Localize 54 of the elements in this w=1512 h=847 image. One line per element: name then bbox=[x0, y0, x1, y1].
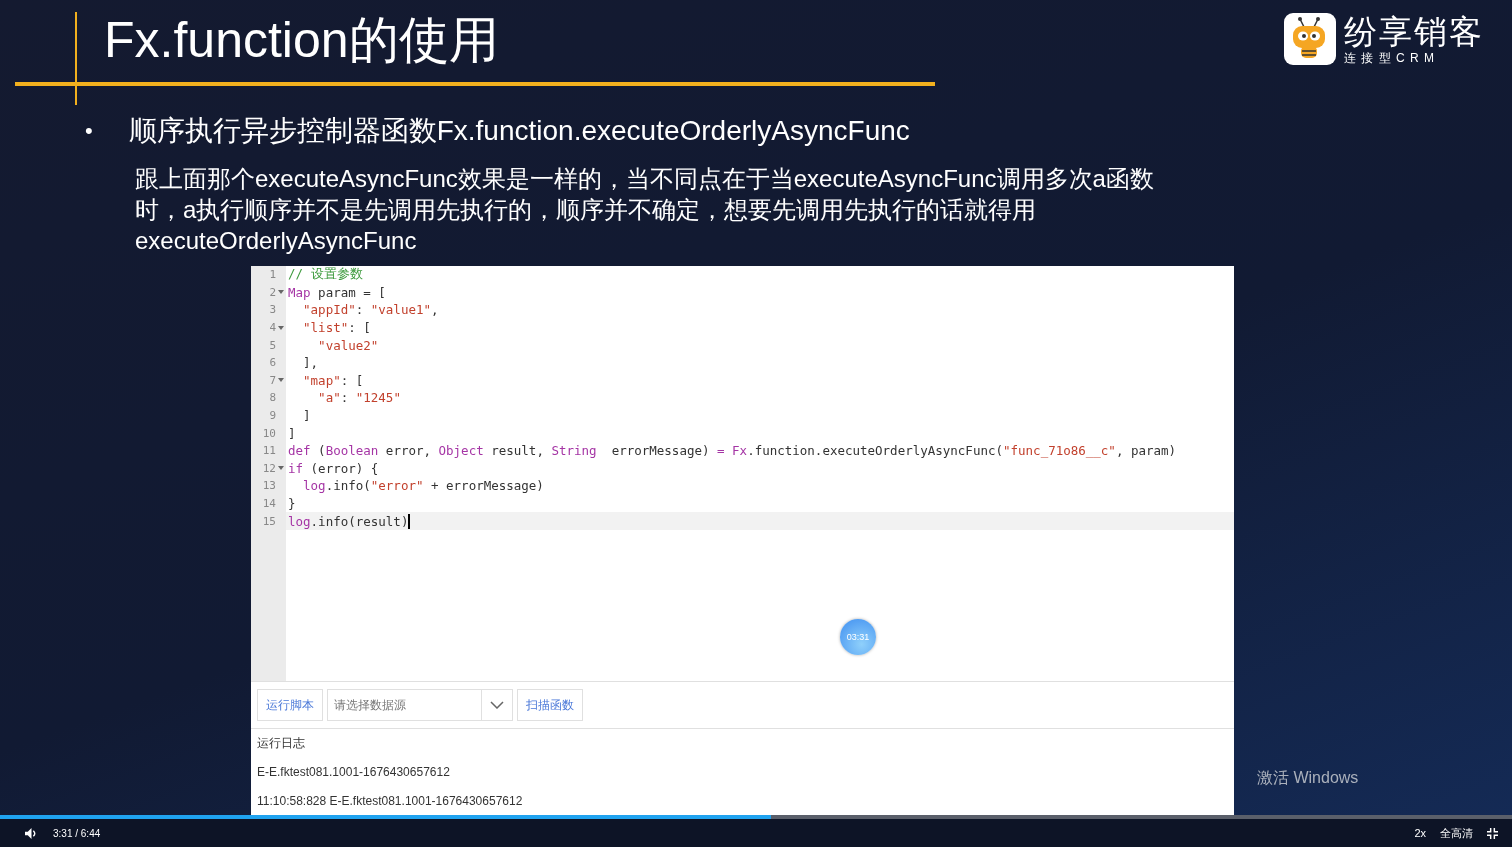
line-number: 11 bbox=[262, 444, 276, 458]
line-number: 9 bbox=[269, 409, 276, 423]
line-number: 1 bbox=[269, 268, 276, 282]
speed-button[interactable]: 2x bbox=[1414, 827, 1426, 839]
fold-caret-icon[interactable] bbox=[278, 466, 284, 471]
code-line: "a": "1245" bbox=[317, 389, 402, 407]
fold-caret-icon[interactable] bbox=[278, 290, 284, 295]
fullscreen-icon[interactable] bbox=[1487, 827, 1498, 839]
log-entry: 11:10:58:828 E-E.fktest081.1001-1676430657612 bbox=[257, 793, 524, 809]
brand-tagline: 连 接 型 C R M bbox=[1344, 51, 1436, 65]
bee-logo-icon bbox=[1284, 13, 1336, 65]
log-entry: E-E.fktest081.1001-1676430657612 bbox=[257, 764, 451, 780]
playback-time: 3:31 / 6:44 bbox=[53, 827, 101, 839]
fold-caret-icon[interactable] bbox=[278, 378, 284, 383]
code-line: def (Boolean error, Object result, String errorMessage) = Fx.function.executeOrderlyAsyncFunc("func_71o86__c", param) bbox=[287, 442, 1178, 460]
datasource-field[interactable]: 请选择数据源 bbox=[327, 689, 481, 721]
code-line: Map param = [ bbox=[287, 283, 387, 302]
brand-name: 纷享销客 bbox=[1344, 13, 1484, 51]
line-number: 10 bbox=[262, 426, 276, 440]
line-number: 2 bbox=[269, 285, 276, 299]
code-line: "appId": "value1", bbox=[302, 301, 440, 319]
windows-activation-notice: 激活 Windows bbox=[1257, 768, 1359, 788]
code-line: ] bbox=[287, 424, 297, 442]
quality-button[interactable]: 全高清 bbox=[1440, 825, 1473, 841]
line-number: 6 bbox=[269, 356, 276, 370]
bullet-text: 顺序执行异步控制器函数Fx.function.executeOrderlyAsyncFunc bbox=[128, 114, 910, 148]
bullet-marker: • bbox=[85, 118, 93, 144]
code-line: "list": [ bbox=[302, 319, 372, 337]
line-number: 4 bbox=[269, 321, 276, 335]
line-number: 12 bbox=[262, 461, 276, 475]
code-line: ], bbox=[302, 354, 320, 372]
line-number: 14 bbox=[262, 497, 276, 510]
chevron-down-icon bbox=[490, 701, 504, 709]
code-line: ] bbox=[302, 407, 312, 425]
fold-caret-icon[interactable] bbox=[278, 325, 284, 330]
line-number: 15 bbox=[262, 514, 276, 528]
log-title: 运行日志 bbox=[257, 735, 306, 751]
slide-title: Fx.function的使用 bbox=[104, 11, 499, 70]
progress-track[interactable] bbox=[0, 815, 1512, 819]
run-script-button[interactable]: 运行脚本 bbox=[257, 689, 323, 721]
line-number: 7 bbox=[269, 373, 276, 387]
line-number: 3 bbox=[269, 303, 276, 317]
line-number: 8 bbox=[269, 391, 276, 405]
code-line: if (error) { bbox=[287, 459, 380, 478]
code-line: // 设置参数 bbox=[287, 266, 364, 284]
code-line: } bbox=[287, 495, 297, 513]
description-paragraph: 跟上面那个executeAsyncFunc效果是一样的，当不同点在于当executeAsyncFunc调用多次a函数时，a执行顺序并不是先调用先执行的，顺序并不确定，想要先调用先执行的话就得用executeOrderlyAsyncFunc bbox=[135, 164, 1155, 256]
code-line: log.info("error" + errorMessage) bbox=[302, 477, 545, 495]
code-line: "value2" bbox=[317, 336, 380, 354]
line-number: 13 bbox=[262, 479, 276, 493]
scan-functions-button[interactable]: 扫描函数 bbox=[517, 689, 583, 721]
line-number: 5 bbox=[269, 338, 276, 352]
code-line: "map": [ bbox=[302, 371, 365, 390]
timer-badge: 03:31 bbox=[840, 619, 876, 655]
